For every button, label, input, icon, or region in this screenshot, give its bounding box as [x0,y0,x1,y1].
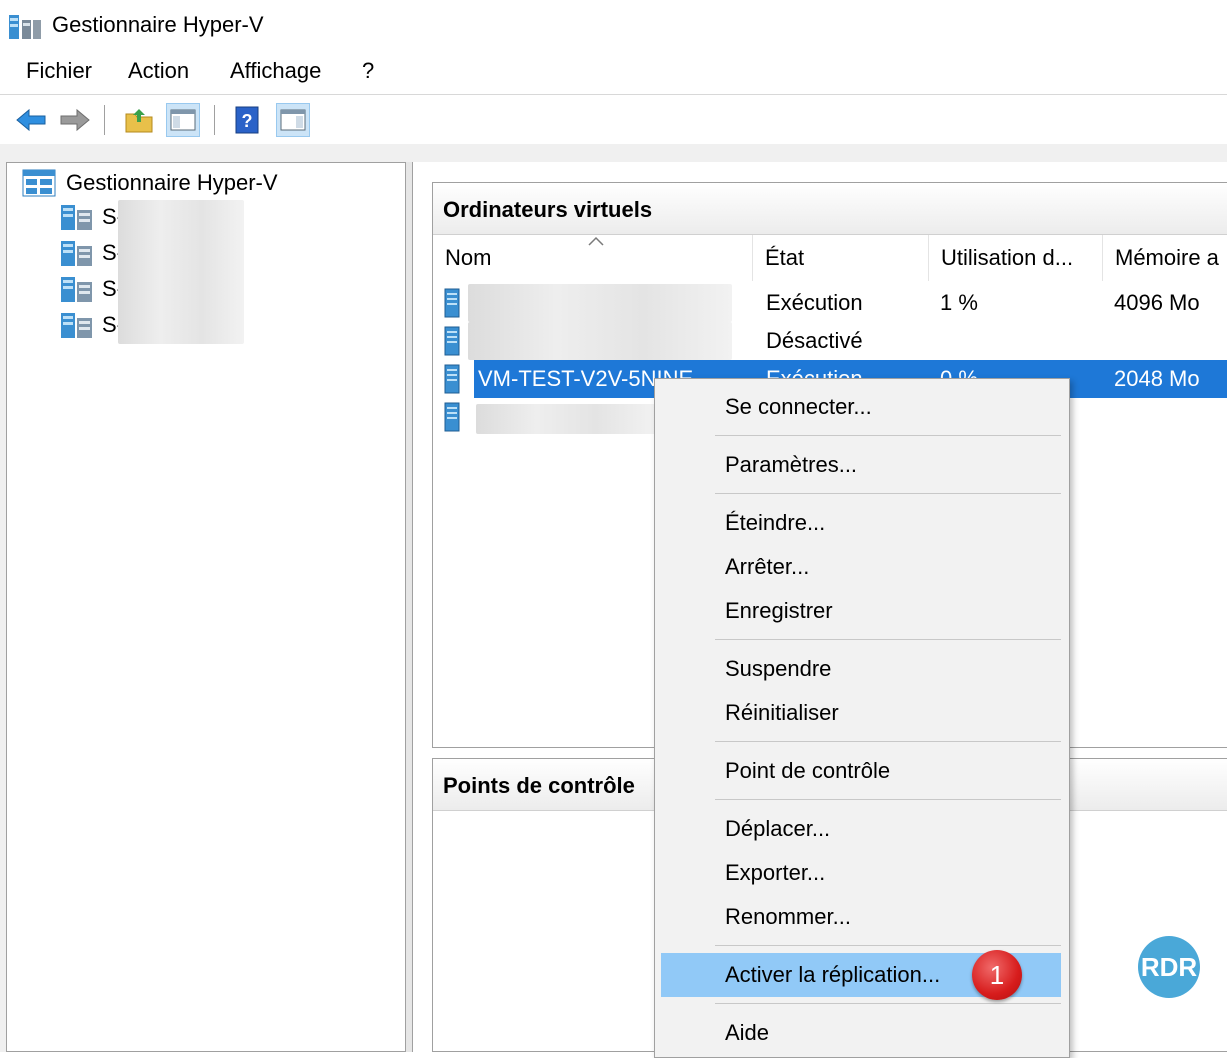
menu-item-move[interactable]: Déplacer... [655,807,1069,851]
title-bar: Gestionnaire Hyper-V [0,0,1227,52]
sort-ascending-icon [588,236,604,246]
back-button[interactable] [14,103,48,137]
toolbar-separator [214,105,215,135]
menu-separator [715,741,1061,742]
help-button[interactable]: ? [230,103,264,137]
menu-item-shutdown[interactable]: Éteindre... [655,501,1069,545]
hyperv-manager-icon [22,169,56,197]
menu-fichier[interactable]: Fichier [24,58,94,84]
vm-panel-title: Ordinateurs virtuels [443,197,653,222]
up-folder-button[interactable] [122,103,156,137]
menu-separator [715,799,1061,800]
server-icon [61,241,92,266]
vm-panel-header: Ordinateurs virtuels [433,183,1227,235]
redacted-server-names [118,200,244,344]
table-row[interactable]: Exécution 1 % 4096 Mo [432,284,1227,322]
menu-item-turn-off[interactable]: Arrêter... [655,545,1069,589]
menu-bar: Fichier Action Affichage ? [0,52,1227,92]
virtual-machine-icon [444,364,460,394]
column-label: Utilisation d... [941,245,1074,270]
table-row[interactable]: Désactivé [432,322,1227,360]
column-label: Nom [445,245,492,270]
redacted-vm-name [468,322,732,360]
vm-state: Désactivé [766,328,863,353]
toolbar: ? [0,94,1227,145]
vm-cpu: 1 % [940,290,978,315]
folder-up-icon [125,109,153,133]
toolbar-separator [104,105,105,135]
step-badge: 1 [972,950,1022,1000]
tree-server-item[interactable]: S- [60,272,124,306]
menu-item-pause[interactable]: Suspendre [655,647,1069,691]
vm-memory: 4096 Mo [1114,290,1200,315]
menu-item-connect[interactable]: Se connecter... [655,385,1069,429]
server-icon [61,313,92,338]
menu-item-help[interactable]: Aide [655,1011,1069,1055]
virtual-machine-icon [444,402,460,432]
hyperv-app-icon [9,15,41,39]
column-label: Mémoire a [1115,245,1219,270]
arrow-left-icon [16,108,46,132]
column-label: État [765,245,805,270]
step-badge-number: 1 [989,959,1005,990]
action-pane-icon [280,109,306,131]
menu-help[interactable]: ? [360,58,376,84]
server-icon [61,205,92,230]
arrow-right-icon [60,108,90,132]
logo-text: RDR [1140,951,1198,982]
console-tree-icon [170,109,196,131]
tree-server-item[interactable]: S- [60,200,124,234]
menu-item-export[interactable]: Exporter... [655,851,1069,895]
redacted-vm-name [468,284,732,322]
server-icon [61,277,92,302]
menu-separator [715,435,1061,436]
menu-separator [715,639,1061,640]
menu-item-reset[interactable]: Réinitialiser [655,691,1069,735]
column-header-cpu[interactable]: Utilisation d... [929,235,1103,281]
menu-separator [715,945,1061,946]
show-hide-actions-button[interactable] [276,103,310,137]
menu-item-settings[interactable]: Paramètres... [655,443,1069,487]
window-title: Gestionnaire Hyper-V [52,12,264,37]
forward-button[interactable] [58,103,92,137]
tree-root-hyperv[interactable]: Gestionnaire Hyper-V [22,166,278,200]
menu-item-checkpoint[interactable]: Point de contrôle [655,749,1069,793]
redacted-vm-name [476,404,656,434]
help-icon: ? [235,106,259,134]
tree-root-label: Gestionnaire Hyper-V [66,170,278,195]
rdr-watermark-logo: RDR [1138,936,1200,998]
menu-item-rename[interactable]: Renommer... [655,895,1069,939]
menu-separator [715,1003,1061,1004]
menu-affichage[interactable]: Affichage [228,58,323,84]
virtual-machine-icon [444,288,460,318]
virtual-machine-icon [444,326,460,356]
svg-text:?: ? [242,111,253,131]
vm-state: Exécution [766,290,863,315]
tree-server-item[interactable]: S- [60,308,124,342]
checkpoints-panel-title: Points de contrôle [443,773,635,798]
menu-separator [715,493,1061,494]
column-header-state[interactable]: État [753,235,929,281]
show-hide-tree-button[interactable] [166,103,200,137]
menu-item-save[interactable]: Enregistrer [655,589,1069,633]
vm-memory: 2048 Mo [1114,366,1200,391]
column-header-memory[interactable]: Mémoire a [1103,235,1227,281]
tree-server-item[interactable]: S- [60,236,124,270]
menu-action[interactable]: Action [126,58,191,84]
